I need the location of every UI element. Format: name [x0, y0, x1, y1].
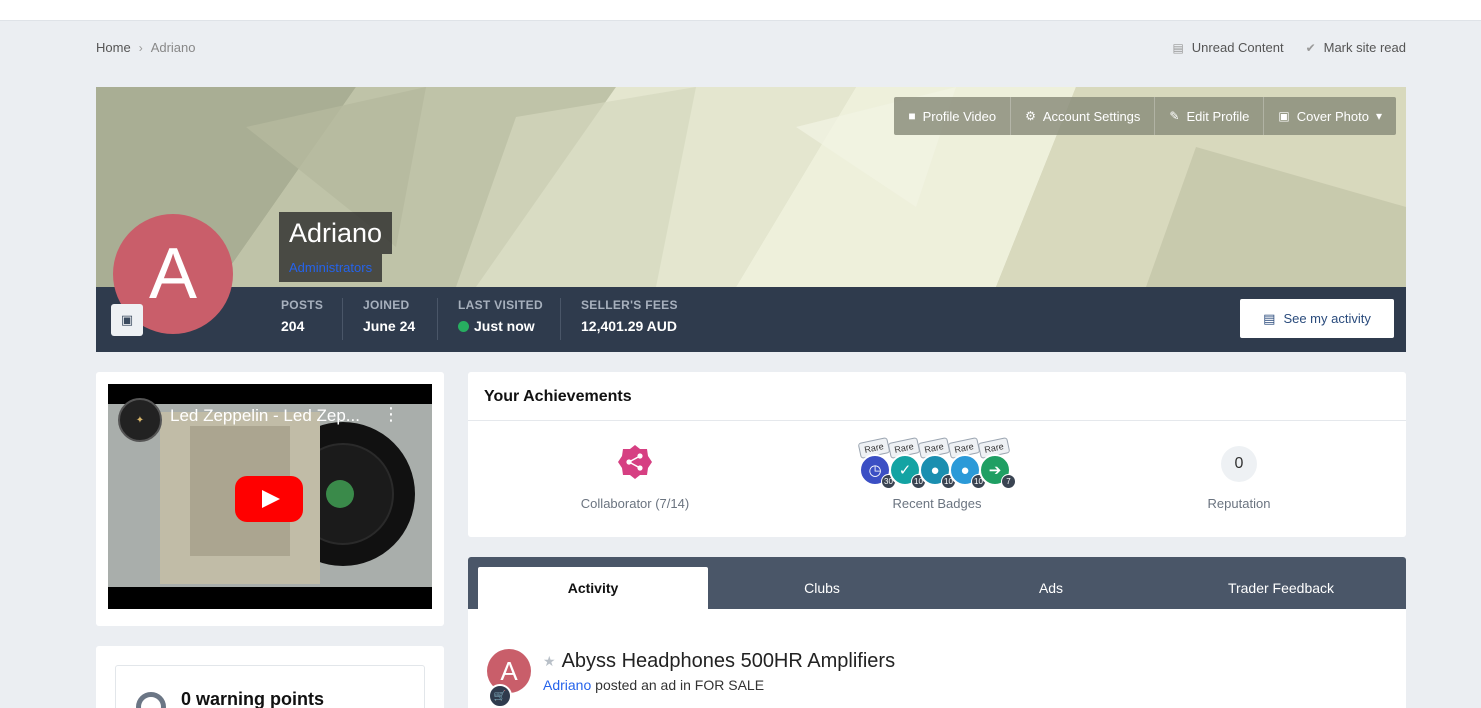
- reputation-value: 0: [1221, 446, 1257, 482]
- achievements-card: Your Achievements Collaborator (7/14) Ra…: [468, 372, 1406, 537]
- profile-group[interactable]: Administrators: [279, 254, 383, 282]
- stat-joined-label: JOINED: [363, 298, 410, 312]
- top-links: ▤ Unread Content ✔ Mark site read: [1172, 40, 1406, 55]
- stat-fees-value: 12,401.29 AUD: [581, 318, 677, 334]
- image-icon: ▣: [120, 312, 134, 327]
- more-options-icon[interactable]: ⋮: [382, 404, 400, 425]
- cover-photo-label: Cover Photo: [1296, 108, 1369, 124]
- chevron-right-icon: ›: [138, 40, 143, 55]
- profile-video-button[interactable]: ■ Profile Video: [894, 97, 1012, 135]
- stat-visited-value: Just now: [474, 318, 535, 334]
- share-badge-icon: [618, 445, 652, 479]
- stat-divider: [437, 298, 438, 340]
- caret-down-icon: ▾: [1375, 109, 1382, 123]
- stat-visited-label: LAST VISITED: [458, 298, 543, 312]
- feed-author-link[interactable]: Adriano: [543, 677, 591, 693]
- profile-video-card: ✦ Led Zeppelin - Led Zep... ⋮: [96, 372, 444, 626]
- warning-box: 0 warning points: [115, 665, 425, 708]
- video-camera-icon: ■: [908, 109, 916, 123]
- achievements-title: Your Achievements: [484, 388, 632, 405]
- stat-divider: [342, 298, 343, 340]
- stat-divider: [560, 298, 561, 340]
- gear-icon: ⚙: [1025, 109, 1036, 123]
- feed-item-meta: Adriano posted an ad in FOR SALE: [543, 677, 764, 693]
- mark-site-read-label: Mark site read: [1323, 40, 1406, 55]
- tab-trader-feedback[interactable]: Trader Feedback: [1166, 567, 1396, 609]
- play-icon[interactable]: [235, 476, 303, 522]
- edit-profile-label: Edit Profile: [1186, 108, 1250, 124]
- shopping-cart-icon: 🛒: [488, 684, 512, 708]
- channel-logo: ✦: [118, 398, 162, 442]
- tab-ads[interactable]: Ads: [936, 567, 1166, 609]
- stat-joined: JOINED June 24: [363, 298, 415, 340]
- stat-joined-value: June 24: [363, 318, 416, 334]
- online-status-icon: [458, 320, 469, 332]
- see-my-activity-label: See my activity: [1283, 311, 1371, 326]
- stat-visited-row: Just now: [458, 318, 543, 334]
- edit-profile-button[interactable]: ✎ Edit Profile: [1155, 97, 1265, 135]
- feed-item-title: ★ Abyss Headphones 500HR Amplifiers: [543, 650, 895, 673]
- cover-button-group: ■ Profile Video ⚙ Account Settings ✎ Edi…: [894, 97, 1396, 135]
- warning-card: 0 warning points: [96, 646, 444, 708]
- badge-group: Rare ◷ 30 Rare ✓ 10 Rare ● 10 Rare ● 10 …: [857, 437, 1019, 494]
- account-settings-button[interactable]: ⚙ Account Settings: [1011, 97, 1156, 135]
- recent-badges-label: Recent Badges: [892, 496, 982, 511]
- unread-content-label: Unread Content: [1191, 40, 1284, 55]
- divider: [468, 420, 1406, 421]
- star-icon: ★: [543, 653, 556, 669]
- stat-last-visited: LAST VISITED Just now: [458, 298, 543, 340]
- stat-fees-label: SELLER'S FEES: [581, 298, 678, 312]
- stat-posts: POSTS 204: [281, 298, 323, 340]
- check-icon: ✔: [1305, 40, 1316, 55]
- profile-video-label: Profile Video: [922, 108, 997, 124]
- stat-posts-label: POSTS: [281, 298, 324, 312]
- top-header-bar: [0, 0, 1481, 21]
- tab-activity[interactable]: Activity: [478, 567, 708, 609]
- warning-ring-icon: [136, 692, 166, 708]
- change-photo-button[interactable]: ▣: [111, 304, 143, 336]
- newspaper-icon: ▤: [1172, 40, 1184, 55]
- image-icon: ▣: [1278, 109, 1290, 123]
- breadcrumb-home[interactable]: Home: [96, 40, 131, 55]
- feed-action-text: posted an ad in FOR SALE: [595, 677, 765, 693]
- newspaper-icon: ▤: [1263, 310, 1276, 326]
- feed-title-link[interactable]: Abyss Headphones 500HR Amplifiers: [562, 650, 896, 673]
- pencil-icon: ✎: [1169, 109, 1180, 123]
- video-title[interactable]: Led Zeppelin - Led Zep...: [170, 406, 360, 426]
- see-my-activity-button[interactable]: ▤ See my activity: [1240, 299, 1394, 338]
- unread-content-link[interactable]: ▤ Unread Content: [1172, 40, 1283, 55]
- warning-points: 0 warning points: [181, 689, 325, 708]
- profile-name: Adriano: [279, 212, 393, 254]
- breadcrumb-current: Adriano: [150, 40, 196, 55]
- youtube-embed[interactable]: ✦ Led Zeppelin - Led Zep... ⋮: [108, 384, 432, 609]
- badge-count: 7: [1001, 474, 1016, 489]
- stat-posts-value: 204: [281, 318, 305, 334]
- tab-clubs[interactable]: Clubs: [707, 567, 937, 609]
- stat-sellers-fees: SELLER'S FEES 12,401.29 AUD: [581, 298, 678, 340]
- mark-site-read-link[interactable]: ✔ Mark site read: [1306, 40, 1406, 55]
- breadcrumb: Home › Adriano: [96, 40, 196, 55]
- reputation-label: Reputation: [1207, 496, 1271, 511]
- cover-photo-button[interactable]: ▣ Cover Photo ▾: [1264, 97, 1396, 135]
- collaborator-label: Collaborator (7/14): [580, 496, 690, 511]
- tab-bar: Activity Clubs Ads Trader Feedback: [468, 557, 1406, 609]
- account-settings-label: Account Settings: [1042, 108, 1141, 124]
